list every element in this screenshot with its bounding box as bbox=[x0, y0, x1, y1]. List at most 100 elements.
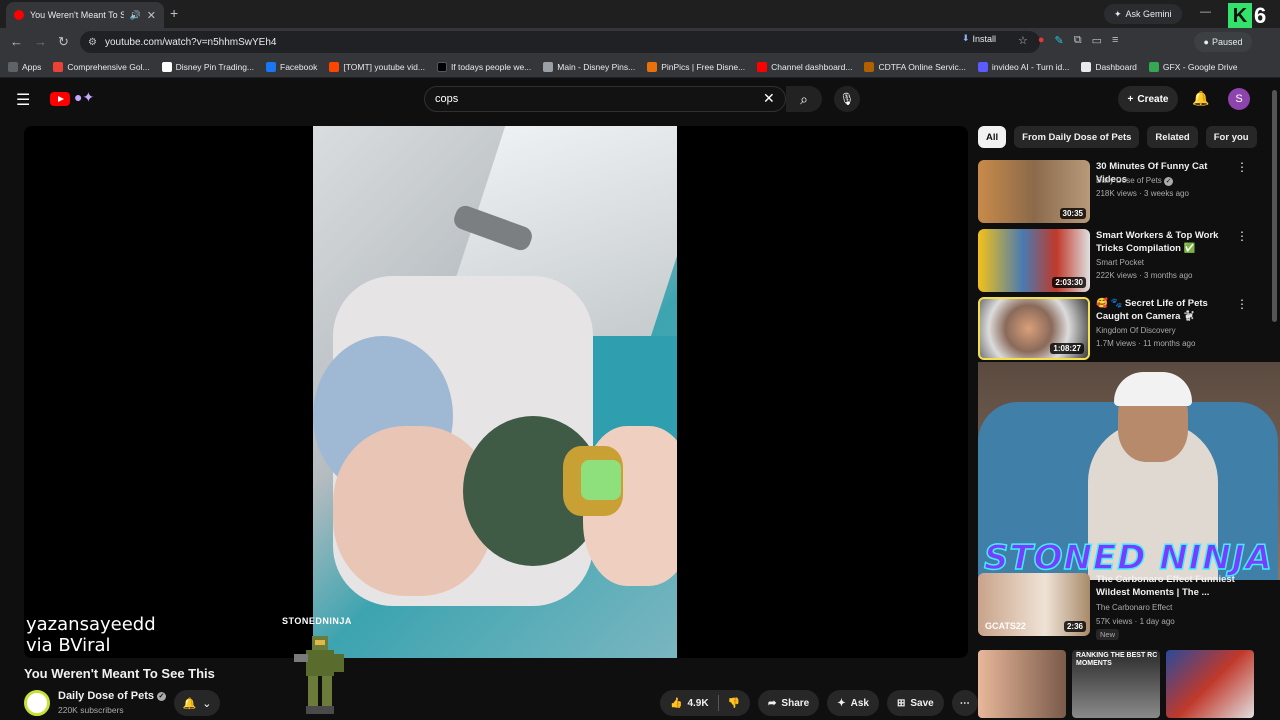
clear-search-icon[interactable]: ✕ bbox=[763, 90, 775, 107]
recommendation-thumbnail[interactable]: 30:35 bbox=[978, 160, 1090, 223]
recommendation-channel[interactable]: Smart Pocket bbox=[1096, 258, 1144, 267]
bookmark-item[interactable]: Disney Pin Trading... bbox=[161, 61, 254, 72]
minimize-button[interactable]: — bbox=[1200, 6, 1211, 18]
more-options-icon[interactable]: ⋮ bbox=[1236, 297, 1248, 311]
ask-gemini-label: Ask Gemini bbox=[1125, 9, 1172, 19]
url-text: youtube.com/watch?v=n5hhmSwYEh4 bbox=[104, 36, 277, 48]
recommendation-meta: 57K views · 1 day ago bbox=[1096, 617, 1175, 626]
video-frame[interactable] bbox=[313, 126, 677, 658]
bottom-recommendation-thumbs: RANKING THE BEST RC MOMENTS bbox=[978, 650, 1254, 718]
recommendation-thumbnail[interactable]: RANKING THE BEST RC MOMENTS bbox=[1072, 650, 1160, 718]
voice-search-button[interactable]: 🎙 bbox=[834, 86, 860, 112]
google-drive-icon bbox=[1148, 61, 1159, 72]
k-logo-icon: K bbox=[1228, 3, 1252, 29]
new-tab-button[interactable]: + bbox=[170, 5, 178, 21]
share-label: Share bbox=[781, 697, 810, 709]
recommendation-thumbnail[interactable]: GCATS22 2:36 bbox=[978, 573, 1090, 636]
bookmark-item[interactable]: If todays people we... bbox=[436, 61, 531, 72]
watermark-line-1: yazansayeedd bbox=[26, 614, 156, 635]
youtube-logo-icon[interactable] bbox=[50, 92, 70, 106]
recommendation-item[interactable]: 30:35 30 Minutes Of Funny Cat Videos Dai… bbox=[978, 160, 1268, 224]
install-app-button[interactable]: ⬇ Install bbox=[962, 33, 996, 44]
notifications-bell-icon[interactable]: 🔔 bbox=[1192, 90, 1209, 107]
recommendation-thumbnail[interactable] bbox=[1166, 650, 1254, 718]
duration-badge: 2:03:30 bbox=[1052, 277, 1086, 288]
search-button[interactable]: ⌕ bbox=[786, 86, 822, 112]
ask-gemini-button[interactable]: ✦ Ask Gemini bbox=[1104, 4, 1182, 24]
bookmark-item[interactable]: Channel dashboard... bbox=[757, 61, 852, 72]
chip-related[interactable]: Related bbox=[1147, 126, 1198, 148]
bookmark-item[interactable]: Main - Disney Pins... bbox=[543, 61, 635, 72]
like-count[interactable]: 4.9K bbox=[687, 698, 708, 709]
browser-tab[interactable]: You Weren't Meant To See This 🔊 ✕ bbox=[6, 2, 164, 28]
side-panel-icon[interactable]: ▭ bbox=[1092, 34, 1102, 47]
k6-logo: K 6 bbox=[1228, 3, 1266, 29]
verified-check-icon: ✓ bbox=[1164, 176, 1174, 186]
bookmark-item[interactable]: invideo AI - Turn id... bbox=[977, 61, 1069, 72]
chip-all[interactable]: All bbox=[978, 126, 1007, 148]
bookmark-item[interactable]: [TOMT] youtube vid... bbox=[329, 61, 425, 72]
extension-red-icon[interactable]: ● bbox=[1038, 34, 1045, 47]
back-arrow-icon[interactable]: ← bbox=[10, 34, 23, 49]
chip-from-channel[interactable]: From Daily Dose of Pets bbox=[1014, 126, 1140, 148]
subscription-bell-button[interactable]: 🔔 ⌄ bbox=[174, 690, 220, 716]
recommendation-item[interactable]: 1:08:27 🥰 🐾 Secret Life of Pets Caught o… bbox=[978, 297, 1268, 361]
youtube-header: ☰ ●✦ cops ✕ ⌕ 🎙 + Create 🔔 S bbox=[0, 78, 1280, 122]
bookmark-item[interactable]: Dashboard bbox=[1081, 61, 1137, 72]
more-options-icon[interactable]: ⋮ bbox=[1236, 229, 1248, 243]
extensions-puzzle-icon[interactable]: ⧉ bbox=[1074, 34, 1082, 47]
video-actions: 👍 4.9K 👎 ➦ Share ✦ Ask ⊞ Save ⋯ bbox=[660, 690, 978, 716]
bell-icon: 🔔 bbox=[182, 697, 197, 710]
bookmark-item[interactable]: Facebook bbox=[266, 61, 317, 72]
bookmark-item[interactable]: GFX - Google Drive bbox=[1148, 61, 1238, 72]
video-player[interactable]: yazansayeedd via BViral STONEDNINJA bbox=[24, 126, 968, 658]
avatar[interactable]: S bbox=[1228, 88, 1250, 110]
bookmark-item[interactable]: PinPics | Free Disne... bbox=[647, 61, 745, 72]
create-button[interactable]: + Create bbox=[1118, 86, 1178, 112]
recommendation-item[interactable]: GCATS22 2:36 The Carbonaro Effect Funnie… bbox=[978, 573, 1268, 640]
chip-for-you[interactable]: For you bbox=[1205, 126, 1257, 148]
more-options-icon[interactable]: ⋮ bbox=[1236, 160, 1248, 174]
recommendation-thumbnail[interactable]: 1:08:27 bbox=[978, 297, 1090, 360]
reload-icon[interactable]: ↻ bbox=[58, 34, 69, 50]
close-tab-icon[interactable]: ✕ bbox=[147, 9, 156, 22]
recommendation-thumbnail[interactable] bbox=[978, 650, 1066, 718]
tiktok-icon bbox=[436, 61, 447, 72]
sidebar-scrollbar[interactable] bbox=[1272, 90, 1277, 322]
channel-avatar[interactable] bbox=[24, 690, 50, 716]
bookmark-item[interactable]: Apps bbox=[8, 61, 41, 72]
youtube-doodle-icon[interactable]: ●✦ bbox=[74, 89, 94, 106]
channel-name[interactable]: Daily Dose of Pets ✓ bbox=[58, 690, 166, 702]
like-icon[interactable]: 👍 bbox=[670, 698, 682, 709]
filter-chips: All From Daily Dose of Pets Related For … bbox=[978, 126, 1257, 148]
bookmark-star-icon[interactable]: ☆ bbox=[1018, 34, 1028, 47]
share-button[interactable]: ➦ Share bbox=[758, 690, 820, 716]
site-info-icon[interactable]: ⚙ bbox=[88, 37, 97, 48]
menu-icon[interactable]: ☰ bbox=[16, 90, 30, 110]
dislike-icon[interactable]: 👎 bbox=[728, 698, 740, 709]
extension-teal-icon[interactable]: ✎ bbox=[1055, 34, 1064, 47]
recommendation-channel[interactable]: Daily Dose of Pets ✓ bbox=[1096, 176, 1174, 186]
search-input[interactable]: cops ✕ bbox=[424, 86, 786, 112]
recommendation-item[interactable]: 2:03:30 Smart Workers & Top Work Tricks … bbox=[978, 229, 1268, 293]
recommendation-meta: 222K views · 3 months ago bbox=[1096, 271, 1193, 280]
bookmark-item[interactable]: Comprehensive Gol... bbox=[53, 61, 150, 72]
ask-label: Ask bbox=[850, 697, 869, 709]
recommendation-title[interactable]: Smart Workers & Top Work Tricks Compilat… bbox=[1096, 229, 1236, 255]
profile-paused-button[interactable]: ● Paused bbox=[1194, 32, 1252, 52]
new-badge: New bbox=[1096, 629, 1120, 640]
ask-button[interactable]: ✦ Ask bbox=[827, 690, 879, 716]
media-controls-icon[interactable]: ≡ bbox=[1112, 34, 1118, 47]
like-dislike-group: 👍 4.9K 👎 bbox=[660, 690, 751, 716]
more-actions-button[interactable]: ⋯ bbox=[951, 690, 978, 716]
reddit-icon bbox=[329, 61, 340, 72]
recommendation-channel[interactable]: The Carbonaro Effect bbox=[1096, 603, 1172, 612]
omnibox[interactable]: ⚙ youtube.com/watch?v=n5hhmSwYEh4 bbox=[80, 31, 1040, 53]
speaker-icon[interactable]: 🔊 bbox=[130, 10, 141, 21]
save-button[interactable]: ⊞ Save bbox=[886, 690, 944, 716]
forward-arrow-icon[interactable]: → bbox=[34, 34, 47, 49]
recommendation-thumbnail[interactable]: 2:03:30 bbox=[978, 229, 1090, 292]
recommendation-channel[interactable]: Kingdom Of Discovery bbox=[1096, 326, 1176, 335]
bookmark-item[interactable]: CDTFA Online Servic... bbox=[864, 61, 966, 72]
recommendation-title[interactable]: 🥰 🐾 Secret Life of Pets Caught on Camera… bbox=[1096, 297, 1236, 323]
